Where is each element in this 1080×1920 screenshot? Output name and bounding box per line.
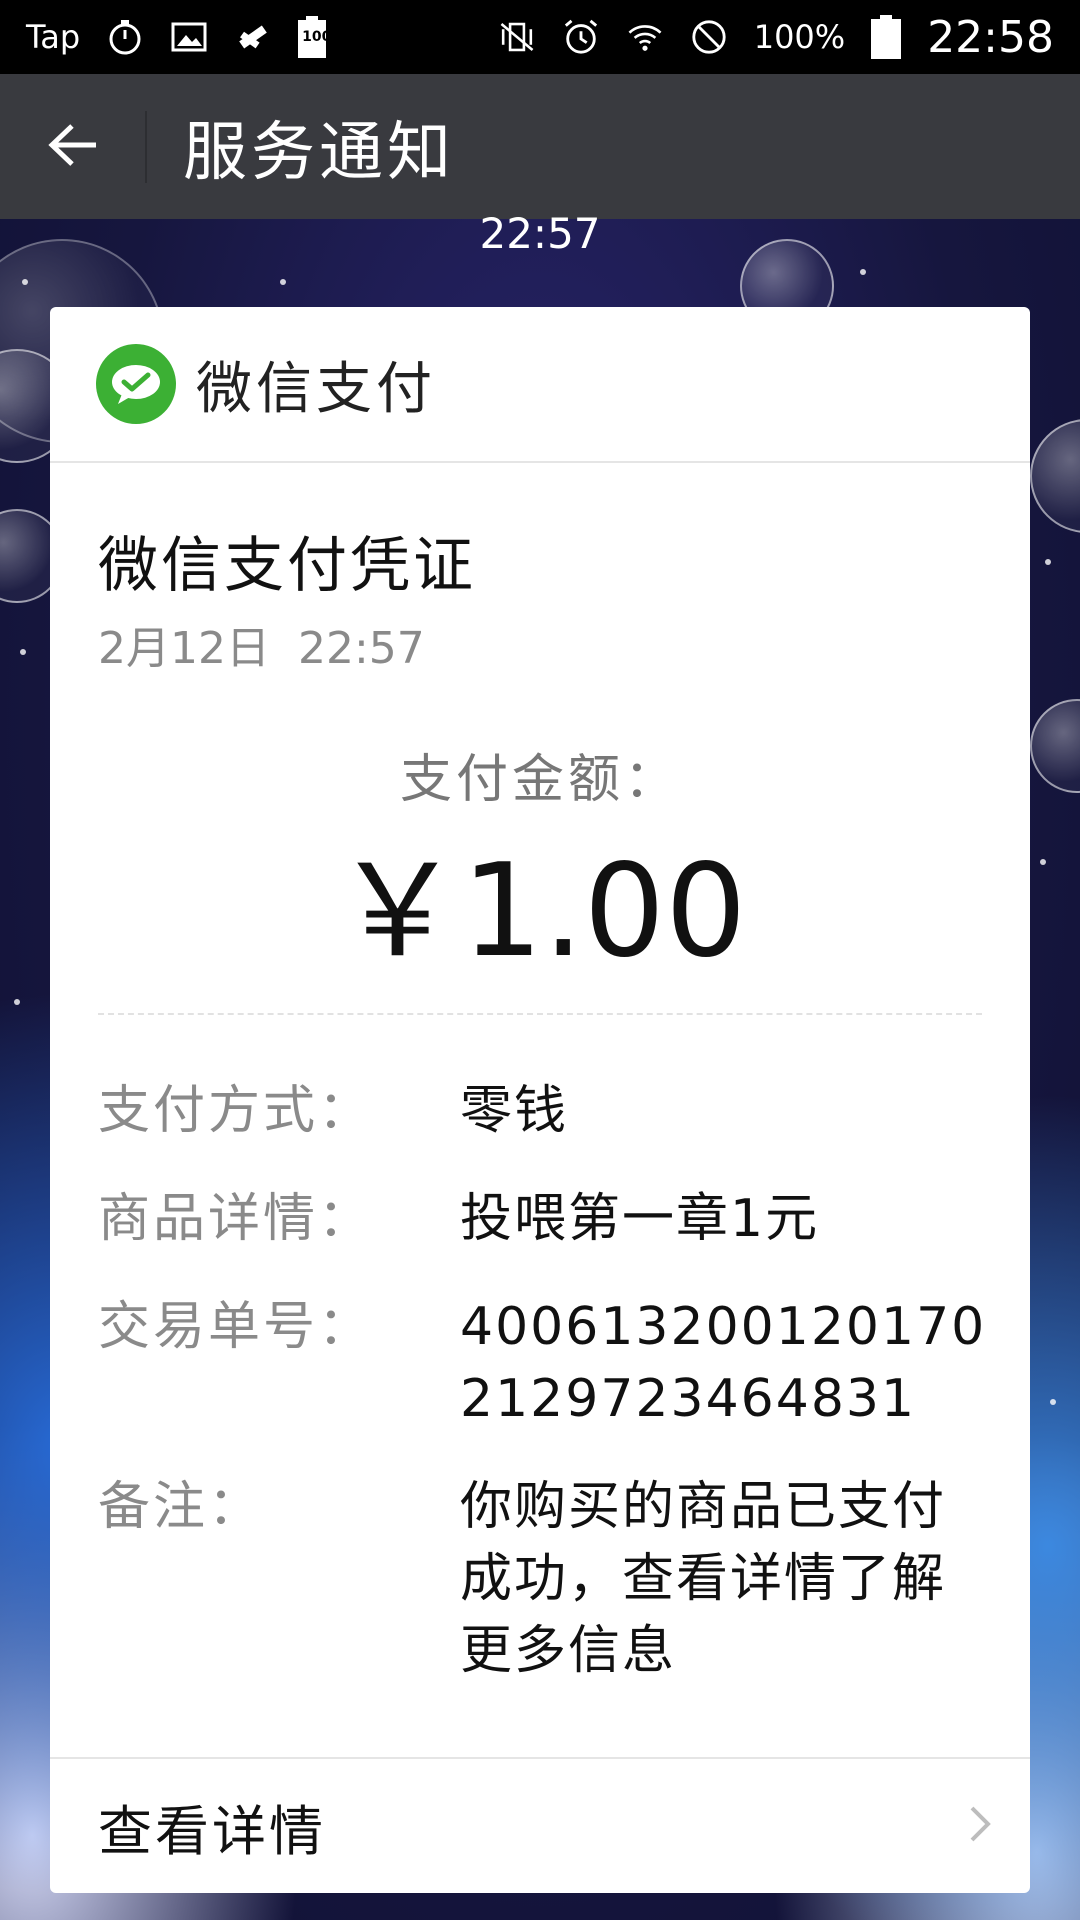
card-header: 微信支付 xyxy=(50,307,1030,463)
detail-row-remark: 备注： 你购买的商品已支付成功，查看详情了解更多信息 xyxy=(98,1471,988,1687)
battery-box-label: 100 xyxy=(302,29,332,45)
back-button[interactable] xyxy=(0,74,145,219)
alarm-icon xyxy=(562,18,600,56)
detail-label: 支付方式： xyxy=(98,1081,374,1141)
amount-value: ￥1.00 xyxy=(333,837,747,986)
view-details-button[interactable]: 查看详情 xyxy=(50,1757,1030,1893)
amount-label: 支付金额： xyxy=(399,750,680,810)
payment-receipt-card[interactable]: 微信支付 微信支付凭证 2月12日 22:57 支付金额： ￥1.00 支付方式… xyxy=(50,307,1030,1893)
arrow-left-icon xyxy=(47,122,98,172)
wifi-icon xyxy=(626,18,664,56)
detail-label: 商品详情： xyxy=(98,1189,374,1249)
dashed-divider xyxy=(98,1013,982,1015)
battery-icon xyxy=(871,15,902,59)
status-bar: Tap 100 100% 22:58 xyxy=(0,0,1080,74)
page-title: 服务通知 xyxy=(183,115,455,190)
detail-row-product: 商品详情： 投喂第一章1元 xyxy=(98,1183,988,1255)
vibrate-mute-icon xyxy=(498,18,536,56)
status-time: 22:58 xyxy=(927,11,1054,63)
detail-value: 零钱 xyxy=(460,1081,569,1141)
title-bar: 服务通知 xyxy=(0,74,1080,219)
do-not-disturb-icon xyxy=(690,18,728,56)
detail-label: 备注： xyxy=(98,1477,264,1537)
receipt-title: 微信支付凭证 xyxy=(98,531,476,601)
detail-label: 交易单号： xyxy=(98,1297,374,1357)
receipt-date: 2月12日 22:57 xyxy=(98,623,425,674)
detail-row-payment-method: 支付方式： 零钱 xyxy=(98,1075,988,1147)
wechat-pay-icon xyxy=(96,344,176,424)
detail-value: 投喂第一章1元 xyxy=(460,1189,820,1249)
stopwatch-icon xyxy=(106,18,144,56)
image-icon xyxy=(170,18,208,56)
chevron-right-icon xyxy=(966,1802,994,1850)
brand-name: 微信支付 xyxy=(196,356,436,422)
detail-row-transaction-id: 交易单号： 4006132001201702129723464831 xyxy=(98,1291,988,1435)
battery-percent: 100% xyxy=(753,18,846,56)
detail-value: 你购买的商品已支付成功，查看详情了解更多信息 xyxy=(460,1477,947,1681)
chat-timestamp: 22:57 xyxy=(479,209,601,258)
tools-icon xyxy=(234,18,272,56)
view-details-label: 查看详情 xyxy=(98,1799,326,1863)
detail-value: 4006132001201702129723464831 xyxy=(460,1297,987,1429)
status-app-label: Tap xyxy=(26,18,81,56)
title-divider xyxy=(145,110,147,183)
